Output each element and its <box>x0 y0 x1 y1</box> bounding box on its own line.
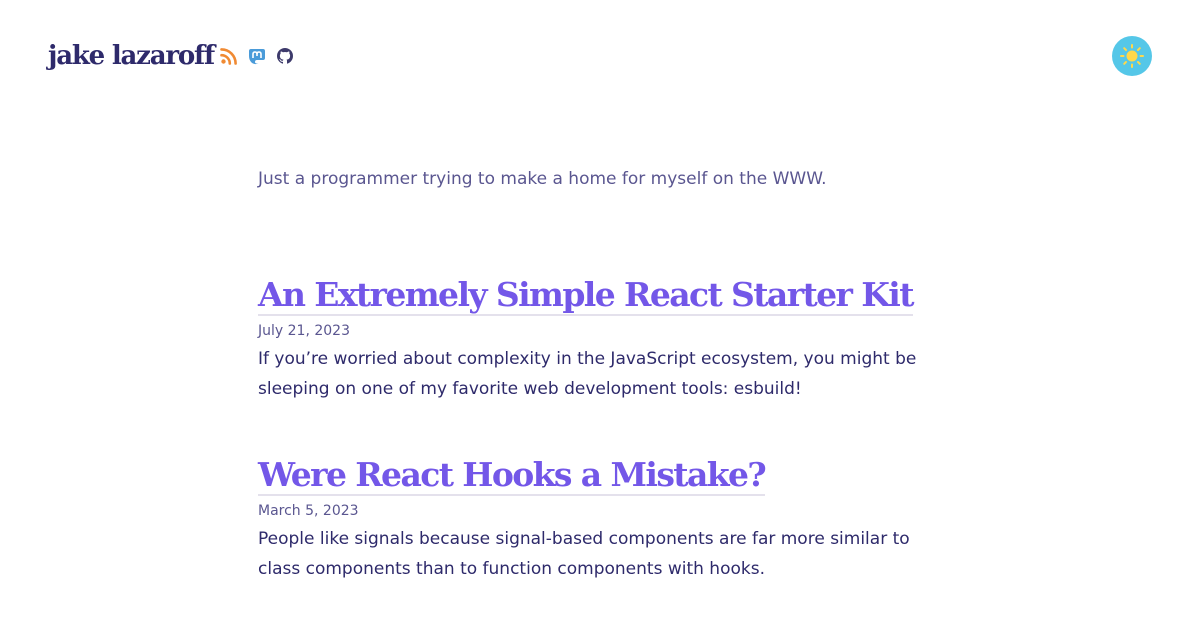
rss-link[interactable] <box>220 47 238 65</box>
rss-icon <box>220 48 237 65</box>
site-tagline: Just a programmer trying to make a home … <box>258 169 827 189</box>
post-summary: If you’re worried about complexity in th… <box>258 349 917 399</box>
theme-toggle-button[interactable] <box>1112 36 1152 76</box>
post-item: Were React Hooks a Mistake? March 5, 202… <box>258 456 948 584</box>
post-date: July 21, 2023 <box>258 323 350 339</box>
sun-icon <box>1120 44 1144 68</box>
site-header: jake lazaroff <box>48 36 1152 76</box>
mastodon-icon <box>249 49 265 65</box>
github-icon <box>276 48 294 64</box>
post-date: March 5, 2023 <box>258 503 359 519</box>
mastodon-link[interactable] <box>248 47 266 65</box>
github-link[interactable] <box>276 47 294 65</box>
social-links <box>220 47 294 65</box>
post-summary: People like signals because signal-based… <box>258 529 910 579</box>
post-title-link[interactable]: Were React Hooks a Mistake? <box>258 456 767 496</box>
post-item: An Extremely Simple React Starter Kit Ju… <box>258 276 948 404</box>
site-title-link[interactable]: jake lazaroff <box>48 38 215 74</box>
post-title-link[interactable]: An Extremely Simple React Starter Kit <box>258 276 914 316</box>
